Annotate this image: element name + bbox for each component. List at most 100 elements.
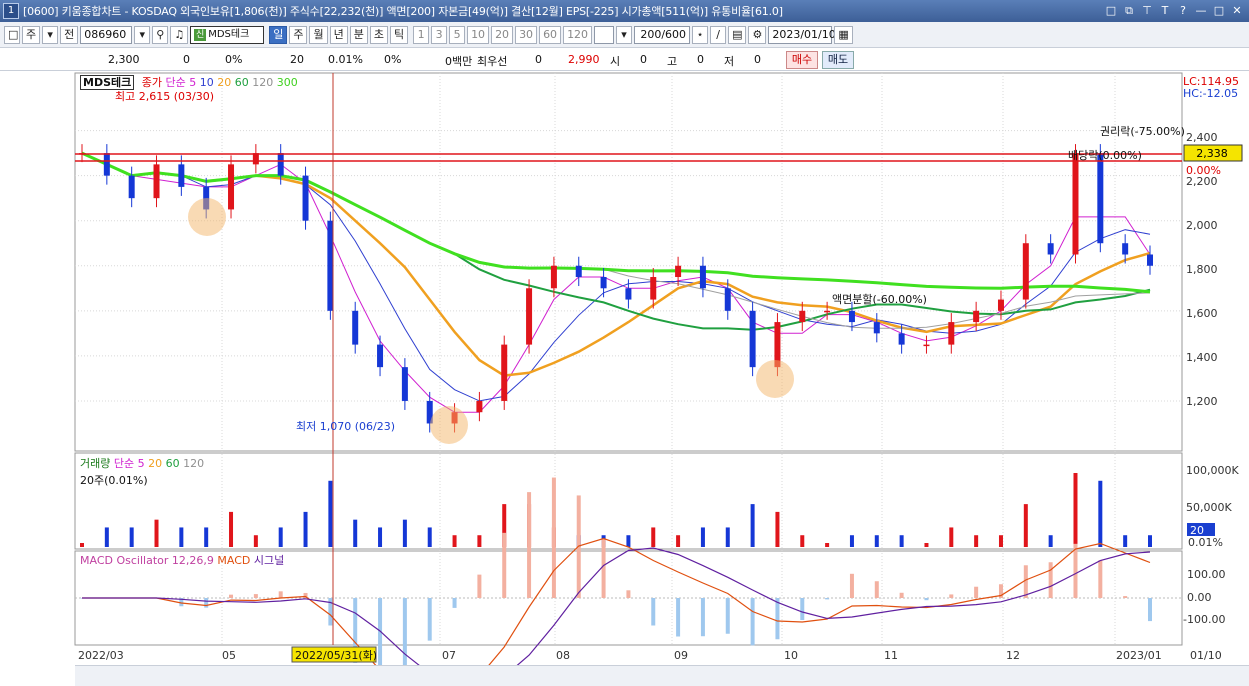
sound-icon[interactable]: ♫ bbox=[170, 25, 189, 44]
volume-bar bbox=[104, 527, 109, 547]
code-dropdown-icon[interactable]: ▾ bbox=[134, 25, 151, 44]
best-label: 최우선 bbox=[477, 55, 508, 68]
scope-select[interactable]: 전 bbox=[60, 25, 79, 44]
minute-120[interactable]: 120 bbox=[563, 25, 593, 44]
minute-60[interactable]: 60 bbox=[539, 25, 562, 44]
menu-icon[interactable]: □ bbox=[4, 25, 20, 44]
period-year[interactable]: 년 bbox=[329, 25, 348, 44]
macd-osc-bar bbox=[800, 598, 805, 620]
period-tick[interactable]: 틱 bbox=[389, 25, 409, 44]
candle-body bbox=[377, 344, 384, 368]
chart-window: 1 [0600] 키움종합차트 - KOSDAQ 외국인보유[1,806(천)]… bbox=[0, 0, 1249, 686]
minute-20[interactable]: 20 bbox=[491, 25, 514, 44]
volume-bar bbox=[452, 535, 457, 547]
price-change: 0 bbox=[183, 53, 190, 66]
volume-bar bbox=[378, 527, 383, 547]
legend-ma20: 20 bbox=[217, 76, 232, 89]
candle-body bbox=[575, 265, 582, 278]
minute-10[interactable]: 10 bbox=[467, 25, 490, 44]
amount-value: 0백만 bbox=[445, 55, 473, 68]
macd-osc-bar bbox=[974, 586, 979, 598]
legend-ma300: 300 bbox=[276, 76, 298, 89]
minute-5[interactable]: 5 bbox=[449, 25, 466, 44]
period-second[interactable]: 초 bbox=[369, 25, 388, 44]
volume-bar bbox=[229, 511, 234, 547]
volume-bar bbox=[651, 527, 656, 547]
candle-body bbox=[1147, 254, 1153, 266]
legend-close: 종가 bbox=[141, 76, 162, 89]
close-button[interactable]: ✕ bbox=[1231, 3, 1243, 19]
buy-button[interactable]: 매수 bbox=[786, 51, 818, 69]
upper-limit: 2,990 bbox=[568, 53, 600, 66]
save-icon[interactable]: ▤ bbox=[728, 25, 747, 44]
legend-ma10: 10 bbox=[199, 76, 214, 89]
dropdown-icon[interactable]: ▾ bbox=[42, 25, 59, 44]
macd-y-tick: -100.00 bbox=[1183, 613, 1225, 626]
restore-icon[interactable]: ⧉ bbox=[1123, 3, 1135, 19]
x-tick: 01/10 bbox=[1190, 649, 1222, 662]
ratio-value: 0% bbox=[384, 53, 402, 66]
volume-bar bbox=[849, 535, 854, 547]
candle-body bbox=[898, 333, 905, 345]
low-value: 0 bbox=[754, 53, 761, 66]
highlight-circle bbox=[756, 360, 794, 398]
volume-bar bbox=[725, 527, 730, 547]
font-icon[interactable]: T bbox=[1159, 3, 1171, 19]
market-mode-select[interactable]: 주 bbox=[22, 25, 41, 44]
chart-area[interactable]: 2,400 2,200 2,000 1,800 1,600 1,400 1,20… bbox=[0, 71, 1249, 686]
macd-osc-bar bbox=[601, 538, 606, 598]
candle-body bbox=[724, 288, 731, 311]
candle-body bbox=[997, 299, 1004, 311]
drawing-icon[interactable]: ∕ bbox=[710, 25, 727, 44]
sell-button[interactable]: 매도 bbox=[822, 51, 854, 69]
legend-ma-type: 단순 5 bbox=[165, 76, 197, 89]
macd-osc-bar bbox=[427, 598, 432, 641]
period-day[interactable]: 일 bbox=[269, 25, 288, 44]
help-icon[interactable]: ? bbox=[1177, 3, 1189, 19]
indicator-icon[interactable]: ⋆ bbox=[692, 25, 709, 44]
stock-name-field[interactable]: 신 MDS테크 bbox=[190, 25, 265, 44]
volume-bar bbox=[676, 535, 681, 547]
volume-bar bbox=[974, 535, 979, 547]
calendar-icon[interactable]: ▦ bbox=[834, 25, 853, 44]
low-note: 최저 1,070 (06/23) bbox=[296, 420, 395, 433]
search-icon[interactable]: ⚲ bbox=[152, 25, 169, 44]
period-month[interactable]: 월 bbox=[309, 25, 328, 44]
volume-bar bbox=[700, 527, 705, 547]
candle-body bbox=[128, 175, 135, 199]
candle-body bbox=[178, 164, 185, 187]
settings-icon[interactable]: ⚙ bbox=[748, 25, 767, 44]
period-week[interactable]: 주 bbox=[289, 25, 308, 44]
minute-dropdown-icon[interactable]: ▾ bbox=[616, 25, 633, 44]
chart-canvas[interactable]: 2,400 2,200 2,000 1,800 1,600 1,400 1,20… bbox=[0, 71, 1249, 686]
x-tick: 05 bbox=[222, 649, 236, 662]
stock-code-input[interactable]: 086960 bbox=[80, 25, 133, 44]
pin-icon[interactable]: ⊤ bbox=[1141, 3, 1153, 19]
period-minute[interactable]: 분 bbox=[349, 25, 368, 44]
candle-body bbox=[526, 288, 533, 345]
layout-icon[interactable]: □ bbox=[1105, 3, 1117, 19]
candle-body bbox=[228, 164, 235, 210]
macd-osc-bar bbox=[700, 598, 705, 637]
macd-osc-bar bbox=[1123, 596, 1128, 598]
minute-30[interactable]: 30 bbox=[515, 25, 538, 44]
scroll-bar[interactable] bbox=[75, 665, 1249, 686]
legend-signal: 시그널 bbox=[253, 554, 285, 567]
data-count-input[interactable]: 200/600 bbox=[634, 25, 691, 44]
maximize-button[interactable]: □ bbox=[1213, 3, 1225, 19]
volume-sub-note: 20주(0.01%) bbox=[80, 474, 148, 487]
minimize-button[interactable]: — bbox=[1195, 3, 1207, 19]
volume-bar bbox=[874, 535, 879, 547]
minute-3[interactable]: 3 bbox=[431, 25, 448, 44]
candle-body bbox=[749, 310, 756, 368]
x-tick: 08 bbox=[556, 649, 570, 662]
volume-panel bbox=[74, 452, 1183, 550]
minute-custom-input[interactable] bbox=[594, 25, 615, 44]
volume-bar bbox=[278, 527, 283, 547]
minute-1[interactable]: 1 bbox=[413, 25, 430, 44]
macd-osc-bar bbox=[1048, 562, 1053, 598]
low-label: 저 bbox=[724, 55, 735, 68]
volume-bar bbox=[204, 527, 209, 547]
legend-ma60: 60 bbox=[234, 76, 249, 89]
date-input[interactable]: 2023/01/10 bbox=[768, 25, 836, 44]
